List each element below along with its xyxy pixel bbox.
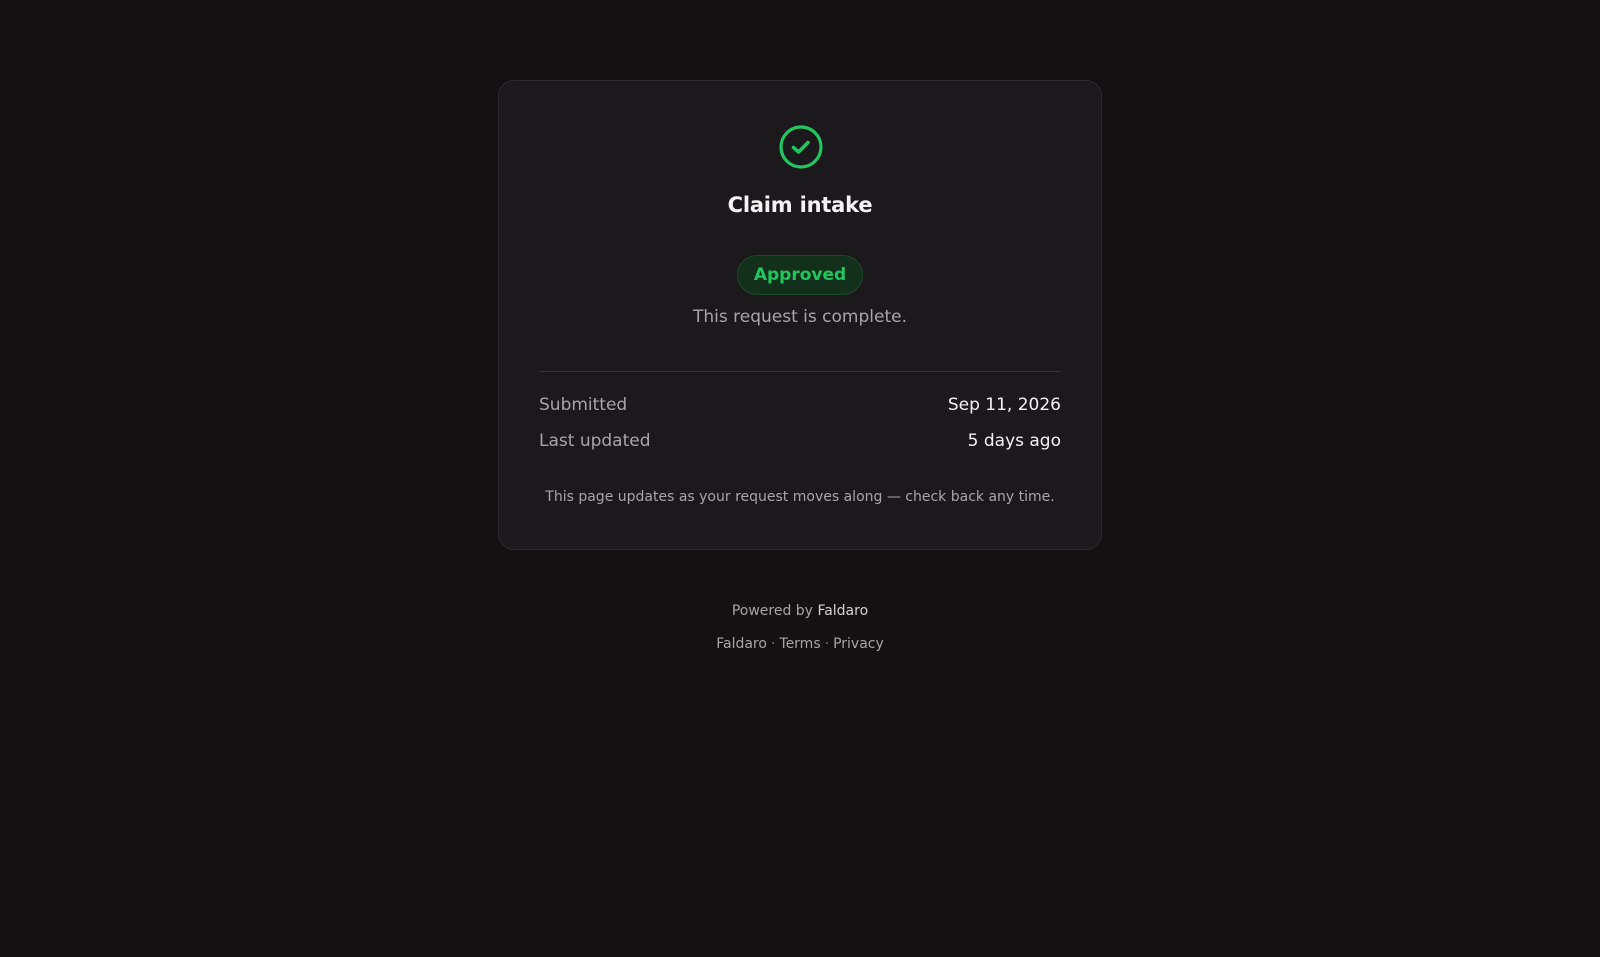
powered-by-brand: Faldaro — [817, 603, 869, 619]
powered-by-prefix: Powered by — [731, 603, 813, 619]
detail-value: 5 days ago — [967, 431, 1061, 451]
detail-row-submitted: Submitted Sep 11, 2026 — [539, 395, 1061, 415]
detail-value: Sep 11, 2026 — [947, 395, 1061, 415]
footer-separator: · — [824, 636, 830, 652]
status-badge: Approved — [736, 255, 864, 295]
footer-link-privacy[interactable]: Privacy — [833, 636, 884, 652]
status-message: This request is complete. — [693, 307, 907, 327]
footer-links: Faldaro · Terms · Privacy — [0, 636, 1600, 652]
powered-by: Powered by Faldaro — [0, 603, 1600, 619]
divider — [539, 371, 1061, 372]
detail-label: Last updated — [539, 431, 651, 451]
footer-link-faldaro[interactable]: Faldaro — [716, 636, 767, 652]
detail-label: Submitted — [539, 395, 628, 415]
detail-row-last-updated: Last updated 5 days ago — [539, 431, 1061, 451]
footer-link-terms[interactable]: Terms — [779, 636, 820, 652]
update-note: This page updates as your request moves … — [545, 489, 1055, 505]
status-badge-container: Approved — [499, 255, 1101, 295]
page-title: Claim intake — [727, 193, 873, 217]
status-page: Claim intake Approved This request is co… — [0, 0, 1600, 957]
status-card: Claim intake Approved This request is co… — [498, 80, 1102, 550]
check-circle-icon — [779, 125, 823, 169]
footer-separator: · — [770, 636, 776, 652]
